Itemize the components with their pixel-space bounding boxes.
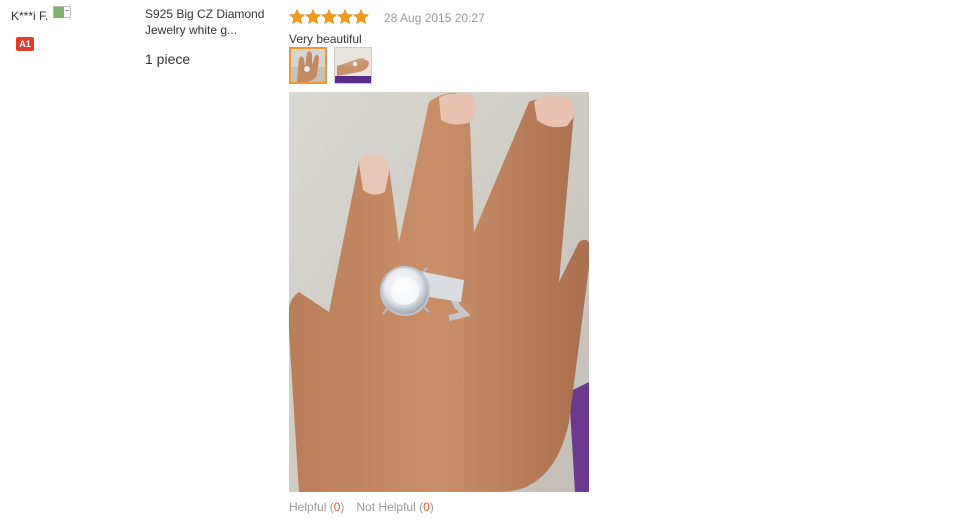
review-date: 28 Aug 2015 20:27 — [384, 11, 485, 25]
product-name[interactable]: S925 Big CZ Diamond Jewelry white g... — [145, 6, 280, 38]
review-photo[interactable] — [289, 92, 589, 492]
not-helpful-button[interactable]: Not Helpful (0) — [356, 500, 433, 514]
star-icon — [289, 9, 305, 25]
helpful-button[interactable]: Helpful (0) — [289, 500, 344, 514]
star-icon — [353, 9, 369, 25]
review-text: Very beautiful — [289, 32, 362, 46]
helpful-label: Helpful — [289, 500, 327, 514]
order-quantity: 1 piece — [145, 51, 191, 67]
review-thumbnail-1[interactable] — [289, 47, 327, 84]
product-name-line-1: S925 Big CZ Diamond — [145, 7, 265, 21]
helpful-count: 0 — [333, 500, 341, 514]
not-helpful-count: 0 — [423, 500, 430, 514]
product-name-line-2: Jewelry white g... — [145, 23, 238, 37]
star-icon — [337, 9, 353, 25]
buyer-name: K***i F. — [11, 9, 49, 23]
star-icon — [305, 9, 321, 25]
country-flag-icon — [53, 6, 71, 18]
buyer-level-badge: A1 — [16, 37, 34, 51]
star-rating — [289, 9, 369, 26]
review-feedback: Helpful (0) Not Helpful (0) — [289, 500, 434, 514]
not-helpful-label: Not Helpful — [356, 500, 416, 514]
star-icon — [321, 9, 337, 25]
review-thumbnail-2[interactable] — [334, 47, 372, 84]
